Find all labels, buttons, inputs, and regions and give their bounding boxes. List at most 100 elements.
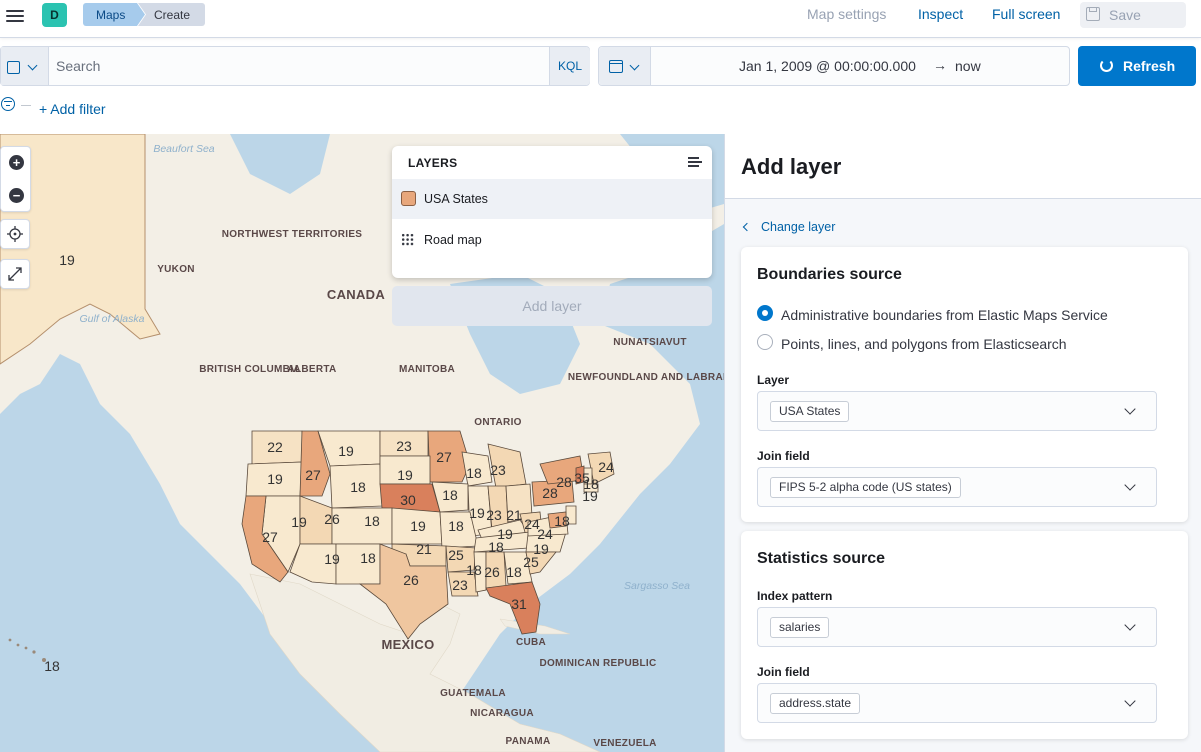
search-input[interactable] bbox=[49, 47, 549, 85]
zoom-out-icon[interactable]: − bbox=[9, 188, 24, 203]
label-mexico: MEXICO bbox=[381, 637, 434, 652]
label-yukon: YUKON bbox=[157, 264, 195, 275]
collapse-layers-icon[interactable] bbox=[688, 156, 702, 168]
index-pattern-select[interactable]: salaries bbox=[757, 607, 1157, 647]
divider bbox=[21, 105, 31, 106]
refresh-label: Refresh bbox=[1123, 58, 1176, 74]
saved-query-button[interactable] bbox=[1, 47, 49, 85]
radio-es-boundaries[interactable] bbox=[757, 334, 773, 350]
value-VA: 24 bbox=[537, 526, 553, 542]
chevron-down-icon bbox=[629, 60, 640, 71]
value-MD: 28 bbox=[556, 474, 572, 490]
value-AL: 26 bbox=[484, 564, 500, 580]
panel-header: Add layer bbox=[725, 134, 1201, 199]
layer-field-label: Layer bbox=[757, 373, 790, 387]
value-OK: 21 bbox=[416, 541, 432, 557]
value-IL: 19 bbox=[469, 505, 485, 521]
zoom-in-icon[interactable]: + bbox=[9, 155, 24, 170]
value-WA: 22 bbox=[267, 439, 283, 455]
join-field-value: FIPS 5-2 alpha code (US states) bbox=[770, 477, 961, 498]
value-TX: 26 bbox=[403, 572, 419, 588]
label-canada: CANADA bbox=[327, 287, 385, 302]
set-view-button[interactable] bbox=[0, 219, 30, 249]
save-icon bbox=[1086, 7, 1100, 21]
add-layer-button[interactable]: Add layer bbox=[392, 286, 712, 326]
quick-date-menu-button[interactable] bbox=[599, 47, 651, 85]
layer-row-road-map[interactable]: Road map bbox=[392, 220, 712, 260]
value-MT: 19 bbox=[338, 443, 354, 459]
filter-options-icon[interactable] bbox=[1, 97, 15, 111]
change-layer-link[interactable]: Change layer bbox=[761, 220, 835, 234]
value-LA: 23 bbox=[452, 577, 468, 593]
breadcrumb-create: Create bbox=[138, 3, 205, 26]
layer-select-value: USA States bbox=[770, 401, 850, 422]
query-language-button[interactable]: KQL bbox=[549, 47, 590, 85]
layer-select[interactable]: USA States bbox=[757, 391, 1157, 431]
value-CO: 18 bbox=[364, 513, 380, 529]
label-ontario: ONTARIO bbox=[474, 417, 521, 428]
label-manitoba: MANITOBA bbox=[399, 364, 455, 375]
arrow-right-icon: → bbox=[933, 57, 947, 73]
save-button[interactable]: Save bbox=[1080, 2, 1186, 28]
value-SC: 25 bbox=[523, 554, 539, 570]
calendar-icon bbox=[609, 60, 623, 73]
layer-swatch-icon bbox=[401, 191, 416, 206]
value-ME: 24 bbox=[598, 459, 614, 475]
value-AR: 25 bbox=[448, 547, 464, 563]
date-picker: Jan 1, 2009 @ 00:00:00.000 → now bbox=[598, 46, 1070, 86]
chevron-down-icon bbox=[27, 60, 38, 71]
value-TN: 18 bbox=[488, 539, 504, 555]
stats-join-field-select[interactable]: address.state bbox=[757, 683, 1157, 723]
chevron-down-icon bbox=[1124, 479, 1136, 491]
panel-title: Add layer bbox=[741, 154, 842, 179]
date-end[interactable]: now bbox=[955, 58, 981, 74]
value-WY: 18 bbox=[350, 479, 366, 495]
map-settings-link[interactable]: Map settings bbox=[807, 6, 886, 22]
value-SD: 19 bbox=[397, 467, 413, 483]
radio-label-ems[interactable]: Administrative boundaries from Elastic M… bbox=[781, 307, 1108, 323]
label-nunatsiavut: NUNATSIAVUT bbox=[613, 337, 686, 348]
top-header: D Maps Create Map settings Inspect Full … bbox=[0, 0, 1201, 38]
value-KS: 19 bbox=[410, 518, 426, 534]
label-venezuela: VENEZUELA bbox=[593, 738, 656, 749]
layer-name: USA States bbox=[424, 192, 488, 206]
grid-icon bbox=[401, 233, 414, 246]
join-field-select[interactable]: FIPS 5-2 alpha code (US states) bbox=[757, 467, 1157, 507]
save-label: Save bbox=[1109, 7, 1141, 23]
value-MA: 19 bbox=[582, 488, 598, 504]
state-CO bbox=[331, 507, 393, 545]
label-panama: PANAMA bbox=[506, 736, 551, 747]
radio-ems-boundaries[interactable] bbox=[757, 305, 773, 321]
breadcrumb-maps[interactable]: Maps bbox=[83, 3, 145, 26]
label-sargasso-sea: Sargasso Sea bbox=[624, 580, 690, 592]
label-gulf-of-alaska: Gulf of Alaska bbox=[80, 313, 145, 325]
index-pattern-label: Index pattern bbox=[757, 589, 833, 603]
layer-row-usa-states[interactable]: USA States bbox=[392, 179, 712, 219]
value-FL: 31 bbox=[511, 596, 527, 612]
index-pattern-value: salaries bbox=[770, 617, 830, 638]
add-layer-panel: Add layer Change layer Boundaries source… bbox=[724, 134, 1201, 752]
chevron-left-icon bbox=[742, 222, 752, 232]
space-avatar[interactable]: D bbox=[42, 3, 67, 27]
chevron-down-icon bbox=[1124, 403, 1136, 415]
join-field-label: Join field bbox=[757, 449, 810, 463]
value-AZ: 19 bbox=[324, 551, 340, 567]
refresh-button[interactable]: Refresh bbox=[1078, 46, 1196, 86]
boundaries-source-card: Boundaries source Administrative boundar… bbox=[741, 247, 1188, 522]
label-cuba: CUBA bbox=[516, 637, 546, 648]
label-guatemala: GUATEMALA bbox=[440, 688, 506, 699]
query-bar: KQL bbox=[0, 46, 590, 86]
add-filter-link[interactable]: + Add filter bbox=[39, 101, 106, 117]
value-CA: 27 bbox=[262, 529, 278, 545]
date-start[interactable]: Jan 1, 2009 @ 00:00:00.000 bbox=[739, 58, 916, 74]
label-northwest-territories: NORTHWEST TERRITORIES bbox=[222, 229, 363, 240]
expand-icon bbox=[8, 267, 22, 281]
value-NV: 19 bbox=[291, 514, 307, 530]
full-screen-link[interactable]: Full screen bbox=[992, 6, 1060, 22]
radio-label-es[interactable]: Points, lines, and polygons from Elastic… bbox=[781, 336, 1067, 352]
menu-icon[interactable] bbox=[6, 7, 24, 25]
inspect-link[interactable]: Inspect bbox=[918, 6, 963, 22]
statistics-title: Statistics source bbox=[757, 550, 886, 567]
fit-to-data-button[interactable] bbox=[0, 259, 30, 289]
label-newfoundland: NEWFOUNDLAND AND LABRADOR bbox=[568, 372, 724, 383]
